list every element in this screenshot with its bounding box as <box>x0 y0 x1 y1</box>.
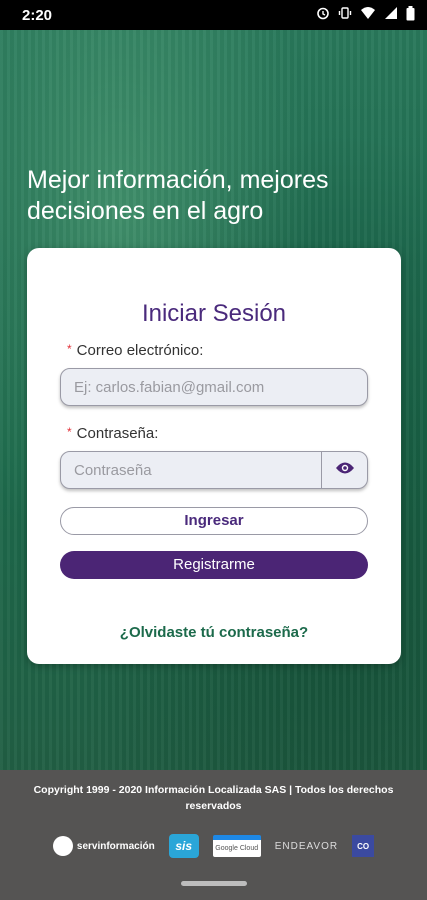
vibrate-icon <box>338 6 352 24</box>
forgot-password-link[interactable]: ¿Olvidaste tú contraseña? <box>27 624 401 641</box>
servinformacion-name: servinformación <box>76 840 155 852</box>
email-label: * Correo electrónico: <box>67 342 203 359</box>
status-icons <box>316 5 415 25</box>
status-time: 2:20 <box>22 6 53 24</box>
login-button[interactable]: Ingresar <box>60 507 368 535</box>
sis-logo: sis <box>168 834 199 858</box>
google-cloud-logo: Google Cloud <box>212 835 261 857</box>
login-card: Iniciar Sesión * Correo electrónico: * Con… <box>27 248 401 664</box>
required-mark: * <box>67 342 72 356</box>
servinformacion-mark <box>52 836 73 856</box>
password-label-text: Contraseña: <box>76 425 159 442</box>
status-bar: 2:20 <box>0 0 427 30</box>
co-logo: CO <box>352 835 375 857</box>
password-field[interactable] <box>61 452 321 488</box>
battery-icon <box>406 5 415 25</box>
password-input-group <box>60 451 368 489</box>
eye-icon <box>335 461 355 480</box>
copyright-text: Copyright 1999 - 2020 Información Locali… <box>33 784 394 812</box>
partner-logos: servinformación sis Google Cloud ENDEAVO… <box>0 830 427 862</box>
home-indicator[interactable] <box>181 881 247 886</box>
signal-icon <box>384 6 398 24</box>
toggle-password-button[interactable] <box>321 452 367 488</box>
password-label: * Contraseña: <box>67 425 158 442</box>
register-button[interactable]: Registrarme <box>60 551 368 579</box>
footer: Copyright 1999 - 2020 Información Locali… <box>0 770 427 900</box>
headline: Mejor información, mejores decisiones en… <box>27 166 329 225</box>
servinformacion-logo: servinformación <box>52 836 155 856</box>
alarm-icon <box>316 6 330 24</box>
endeavor-logo: ENDEAVOR <box>274 840 339 852</box>
required-mark: * <box>67 425 72 439</box>
wifi-icon <box>360 6 376 24</box>
email-field[interactable] <box>60 368 368 406</box>
email-label-text: Correo electrónico: <box>76 342 204 359</box>
login-title: Iniciar Sesión <box>141 300 287 327</box>
